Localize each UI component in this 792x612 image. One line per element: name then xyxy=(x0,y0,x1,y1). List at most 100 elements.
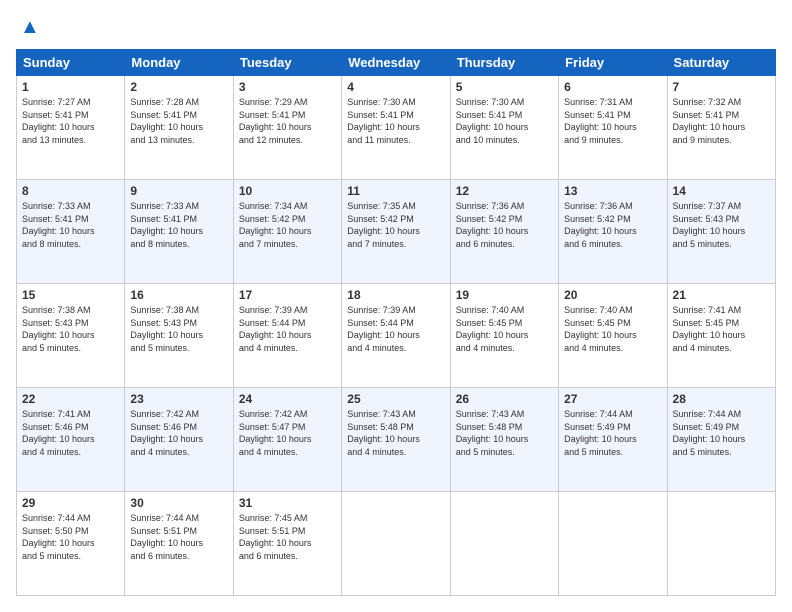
calendar-header-row: SundayMondayTuesdayWednesdayThursdayFrid… xyxy=(17,50,776,76)
calendar-cell: 21 Sunrise: 7:41 AM Sunset: 5:45 PM Dayli… xyxy=(667,284,775,388)
calendar-cell: 7 Sunrise: 7:32 AM Sunset: 5:41 PM Daylig… xyxy=(667,76,775,180)
day-number: 9 xyxy=(130,184,227,198)
day-info: Sunrise: 7:43 AM Sunset: 5:48 PM Dayligh… xyxy=(347,408,444,458)
calendar-cell: 5 Sunrise: 7:30 AM Sunset: 5:41 PM Daylig… xyxy=(450,76,558,180)
calendar-week-4: 22Sunrise: 7:41 AM Sunset: 5:46 PM Dayli… xyxy=(17,388,776,492)
calendar-cell: 3 Sunrise: 7:29 AM Sunset: 5:41 PM Daylig… xyxy=(233,76,341,180)
day-info: Sunrise: 7:44 AM Sunset: 5:49 PM Dayligh… xyxy=(673,408,770,458)
day-number: 12 xyxy=(456,184,553,198)
day-info: Sunrise: 7:27 AM Sunset: 5:41 PM Dayligh… xyxy=(22,96,119,146)
day-number: 22 xyxy=(22,392,119,406)
day-info: Sunrise: 7:32 AM Sunset: 5:41 PM Dayligh… xyxy=(673,96,770,146)
day-info: Sunrise: 7:38 AM Sunset: 5:43 PM Dayligh… xyxy=(22,304,119,354)
day-info: Sunrise: 7:42 AM Sunset: 5:47 PM Dayligh… xyxy=(239,408,336,458)
day-number: 20 xyxy=(564,288,661,302)
day-number: 29 xyxy=(22,496,119,510)
calendar-week-3: 15 Sunrise: 7:38 AM Sunset: 5:43 PM Dayli… xyxy=(17,284,776,388)
calendar-week-2: 8 Sunrise: 7:33 AM Sunset: 5:41 PM Daylig… xyxy=(17,180,776,284)
day-number: 28 xyxy=(673,392,770,406)
day-number: 27 xyxy=(564,392,661,406)
header: ▲ xyxy=(16,16,776,39)
day-number: 15 xyxy=(22,288,119,302)
day-number: 3 xyxy=(239,80,336,94)
day-info: Sunrise: 7:38 AM Sunset: 5:43 PM Dayligh… xyxy=(130,304,227,354)
calendar-cell: 11 Sunrise: 7:35 AM Sunset: 5:42 PM Dayli… xyxy=(342,180,450,284)
calendar-cell: 25 Sunrise: 7:43 AM Sunset: 5:48 PM Dayli… xyxy=(342,388,450,492)
logo: ▲ xyxy=(16,16,40,39)
day-number: 16 xyxy=(130,288,227,302)
day-number: 5 xyxy=(456,80,553,94)
header-day-sunday: Sunday xyxy=(17,50,125,76)
calendar-cell: 20 Sunrise: 7:40 AM Sunset: 5:45 PM Dayli… xyxy=(559,284,667,388)
day-number: 4 xyxy=(347,80,444,94)
day-number: 7 xyxy=(673,80,770,94)
logo-bird-icon: ▲ xyxy=(20,16,40,39)
header-day-thursday: Thursday xyxy=(450,50,558,76)
calendar-cell: 8 Sunrise: 7:33 AM Sunset: 5:41 PM Daylig… xyxy=(17,180,125,284)
calendar-cell xyxy=(342,492,450,596)
day-info: Sunrise: 7:28 AM Sunset: 5:41 PM Dayligh… xyxy=(130,96,227,146)
calendar-cell xyxy=(559,492,667,596)
calendar-cell: 19 Sunrise: 7:40 AM Sunset: 5:45 PM Dayli… xyxy=(450,284,558,388)
calendar-cell: 12 Sunrise: 7:36 AM Sunset: 5:42 PM Dayli… xyxy=(450,180,558,284)
calendar-cell: 6Sunrise: 7:31 AM Sunset: 5:41 PM Daylig… xyxy=(559,76,667,180)
calendar-cell: 29 Sunrise: 7:44 AM Sunset: 5:50 PM Dayli… xyxy=(17,492,125,596)
day-info: Sunrise: 7:40 AM Sunset: 5:45 PM Dayligh… xyxy=(456,304,553,354)
day-number: 13 xyxy=(564,184,661,198)
day-number: 6 xyxy=(564,80,661,94)
day-info: Sunrise: 7:30 AM Sunset: 5:41 PM Dayligh… xyxy=(456,96,553,146)
day-number: 1 xyxy=(22,80,119,94)
day-number: 30 xyxy=(130,496,227,510)
day-info: Sunrise: 7:44 AM Sunset: 5:49 PM Dayligh… xyxy=(564,408,661,458)
calendar-cell: 14 Sunrise: 7:37 AM Sunset: 5:43 PM Dayli… xyxy=(667,180,775,284)
day-number: 25 xyxy=(347,392,444,406)
day-info: Sunrise: 7:37 AM Sunset: 5:43 PM Dayligh… xyxy=(673,200,770,250)
day-number: 2 xyxy=(130,80,227,94)
day-info: Sunrise: 7:36 AM Sunset: 5:42 PM Dayligh… xyxy=(456,200,553,250)
calendar-week-5: 29 Sunrise: 7:44 AM Sunset: 5:50 PM Dayli… xyxy=(17,492,776,596)
day-number: 21 xyxy=(673,288,770,302)
calendar-cell: 31Sunrise: 7:45 AM Sunset: 5:51 PM Dayli… xyxy=(233,492,341,596)
day-number: 8 xyxy=(22,184,119,198)
calendar-cell: 24 Sunrise: 7:42 AM Sunset: 5:47 PM Dayli… xyxy=(233,388,341,492)
day-info: Sunrise: 7:29 AM Sunset: 5:41 PM Dayligh… xyxy=(239,96,336,146)
calendar-cell: 26Sunrise: 7:43 AM Sunset: 5:48 PM Dayli… xyxy=(450,388,558,492)
calendar-cell: 10Sunrise: 7:34 AM Sunset: 5:42 PM Dayli… xyxy=(233,180,341,284)
day-info: Sunrise: 7:35 AM Sunset: 5:42 PM Dayligh… xyxy=(347,200,444,250)
day-info: Sunrise: 7:44 AM Sunset: 5:50 PM Dayligh… xyxy=(22,512,119,562)
calendar-cell: 13Sunrise: 7:36 AM Sunset: 5:42 PM Dayli… xyxy=(559,180,667,284)
day-info: Sunrise: 7:42 AM Sunset: 5:46 PM Dayligh… xyxy=(130,408,227,458)
calendar-cell xyxy=(450,492,558,596)
calendar-cell: 1 Sunrise: 7:27 AM Sunset: 5:41 PM Daylig… xyxy=(17,76,125,180)
calendar-cell: 22Sunrise: 7:41 AM Sunset: 5:46 PM Dayli… xyxy=(17,388,125,492)
header-day-monday: Monday xyxy=(125,50,233,76)
day-number: 10 xyxy=(239,184,336,198)
calendar-cell: 27 Sunrise: 7:44 AM Sunset: 5:49 PM Dayli… xyxy=(559,388,667,492)
day-number: 18 xyxy=(347,288,444,302)
day-info: Sunrise: 7:33 AM Sunset: 5:41 PM Dayligh… xyxy=(130,200,227,250)
day-number: 24 xyxy=(239,392,336,406)
day-number: 17 xyxy=(239,288,336,302)
calendar-week-1: 1 Sunrise: 7:27 AM Sunset: 5:41 PM Daylig… xyxy=(17,76,776,180)
header-day-tuesday: Tuesday xyxy=(233,50,341,76)
day-number: 19 xyxy=(456,288,553,302)
calendar-cell: 23Sunrise: 7:42 AM Sunset: 5:46 PM Dayli… xyxy=(125,388,233,492)
day-info: Sunrise: 7:40 AM Sunset: 5:45 PM Dayligh… xyxy=(564,304,661,354)
day-info: Sunrise: 7:41 AM Sunset: 5:45 PM Dayligh… xyxy=(673,304,770,354)
calendar-cell: 16 Sunrise: 7:38 AM Sunset: 5:43 PM Dayli… xyxy=(125,284,233,388)
calendar-cell: 9 Sunrise: 7:33 AM Sunset: 5:41 PM Daylig… xyxy=(125,180,233,284)
calendar-cell: 15 Sunrise: 7:38 AM Sunset: 5:43 PM Dayli… xyxy=(17,284,125,388)
day-info: Sunrise: 7:44 AM Sunset: 5:51 PM Dayligh… xyxy=(130,512,227,562)
calendar-cell: 2 Sunrise: 7:28 AM Sunset: 5:41 PM Daylig… xyxy=(125,76,233,180)
day-number: 14 xyxy=(673,184,770,198)
day-number: 11 xyxy=(347,184,444,198)
calendar-cell: 4 Sunrise: 7:30 AM Sunset: 5:41 PM Daylig… xyxy=(342,76,450,180)
day-info: Sunrise: 7:33 AM Sunset: 5:41 PM Dayligh… xyxy=(22,200,119,250)
day-info: Sunrise: 7:30 AM Sunset: 5:41 PM Dayligh… xyxy=(347,96,444,146)
calendar-cell: 30 Sunrise: 7:44 AM Sunset: 5:51 PM Dayli… xyxy=(125,492,233,596)
header-day-wednesday: Wednesday xyxy=(342,50,450,76)
day-number: 26 xyxy=(456,392,553,406)
day-number: 31 xyxy=(239,496,336,510)
calendar-cell xyxy=(667,492,775,596)
calendar-cell: 28 Sunrise: 7:44 AM Sunset: 5:49 PM Dayli… xyxy=(667,388,775,492)
